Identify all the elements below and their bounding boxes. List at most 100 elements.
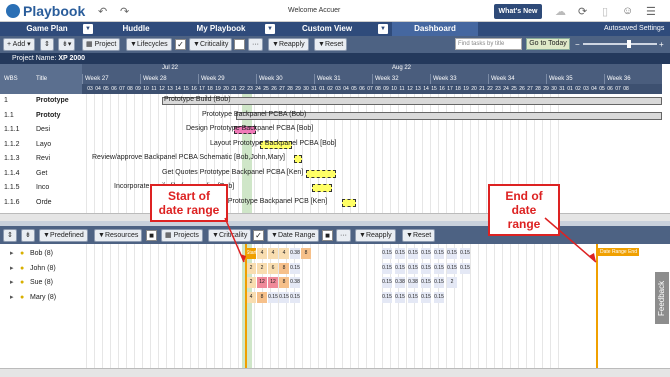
more-options-button[interactable]: ··· bbox=[248, 38, 263, 51]
tab-huddle[interactable]: Huddle bbox=[96, 22, 176, 36]
criticality-filter[interactable]: ▼Criticality bbox=[208, 229, 252, 242]
resource-row[interactable]: ▸ ● Sue (8) bbox=[0, 276, 82, 291]
workload-cell[interactable]: 12 bbox=[268, 277, 278, 288]
more-options-button[interactable]: ··· bbox=[336, 229, 351, 242]
workload-cell[interactable]: 0.15 bbox=[395, 291, 405, 303]
task-bar[interactable] bbox=[342, 198, 356, 207]
task-bar[interactable] bbox=[312, 184, 332, 192]
workload-cell[interactable]: 0.15 bbox=[290, 291, 300, 303]
find-tasks-input[interactable]: Find tasks by title bbox=[455, 38, 522, 50]
chevron-down-icon[interactable]: ▼ bbox=[265, 24, 275, 34]
workload-cell[interactable]: 0.15 bbox=[382, 248, 392, 259]
criticality-filter[interactable]: ▼Criticality bbox=[189, 38, 233, 51]
workload-cell[interactable]: 0.15 bbox=[447, 262, 457, 274]
lifecycles-filter[interactable]: ▼Lifecycles bbox=[126, 38, 172, 51]
workload-cell[interactable]: 12 bbox=[257, 277, 267, 288]
zoom-slider[interactable]: − + bbox=[575, 40, 665, 48]
lifecycles-checkbox[interactable]: ✓ bbox=[175, 39, 186, 50]
workload-cell[interactable]: 4 bbox=[257, 248, 267, 259]
workload-cell[interactable]: 0.15 bbox=[421, 291, 431, 303]
criticality-checkbox[interactable] bbox=[234, 39, 245, 50]
refresh-icon[interactable]: ⟳ bbox=[578, 5, 587, 18]
workload-cell[interactable]: 4 bbox=[268, 248, 278, 259]
workload-cell[interactable]: 0.38 bbox=[395, 277, 405, 288]
resource-row[interactable]: ▸ ● Bob (8) bbox=[0, 247, 82, 262]
redo-icon[interactable]: ↷ bbox=[120, 5, 129, 18]
task-bar[interactable] bbox=[294, 155, 302, 163]
workload-cell[interactable]: 0.15 bbox=[434, 277, 444, 288]
workload-cell[interactable]: 2 bbox=[447, 277, 457, 288]
resource-row[interactable]: ▸ ● Mary (8) bbox=[0, 291, 82, 306]
tab-game-plan[interactable]: Game Plan bbox=[4, 22, 90, 36]
task-row[interactable]: 1.1.1 Desi bbox=[0, 123, 82, 138]
whats-new-button[interactable]: What's New bbox=[494, 4, 542, 19]
menu-icon[interactable]: ☰ bbox=[646, 5, 656, 18]
tab-custom-view[interactable]: Custom View bbox=[278, 22, 376, 36]
task-bar[interactable] bbox=[306, 169, 336, 178]
task-row[interactable]: 1.1.3 Revi bbox=[0, 152, 82, 167]
task-row[interactable]: 1.1.5 Inco bbox=[0, 181, 82, 196]
resources-checkbox[interactable]: ■ bbox=[146, 230, 157, 241]
workload-cell[interactable]: 0.15 bbox=[421, 248, 431, 259]
reapply-button[interactable]: ▼Reapply bbox=[355, 229, 396, 242]
date-range-filter[interactable]: ▼Date Range bbox=[267, 229, 320, 242]
resource-horizontal-scrollbar[interactable] bbox=[0, 368, 670, 377]
predefined-filter[interactable]: ▼Predefined bbox=[39, 229, 88, 242]
autosaved-settings[interactable]: Autosaved Settings bbox=[604, 25, 664, 32]
indent-button[interactable]: ⇟▾ bbox=[58, 38, 76, 51]
workload-cell[interactable]: 2 bbox=[257, 262, 267, 274]
workload-cell[interactable]: Start bbox=[246, 248, 257, 259]
workload-cell[interactable]: 0.15 bbox=[460, 248, 470, 259]
smiley-icon[interactable]: ☺ bbox=[622, 5, 633, 17]
workload-cell[interactable]: 6 bbox=[268, 262, 278, 274]
workload-cell[interactable]: 8 bbox=[279, 262, 289, 274]
workload-cell[interactable]: 0.15 bbox=[382, 291, 392, 303]
workload-cell[interactable]: 8 bbox=[279, 277, 289, 288]
workload-cell[interactable]: 0.15 bbox=[460, 262, 470, 274]
reset-button[interactable]: ▼Reset bbox=[402, 229, 436, 242]
go-to-today-button[interactable]: Go to Today bbox=[526, 38, 570, 50]
workload-cell[interactable]: 0.15 bbox=[421, 277, 431, 288]
workload-cell[interactable]: 0.15 bbox=[268, 291, 278, 303]
task-row[interactable]: 1.1.2 Layo bbox=[0, 138, 82, 153]
workload-cell[interactable]: 0.15 bbox=[408, 262, 418, 274]
chevron-down-icon[interactable]: ▼ bbox=[83, 24, 93, 34]
expand-icon[interactable]: ▸ bbox=[10, 291, 14, 306]
criticality-checkbox[interactable]: ✓ bbox=[253, 230, 264, 241]
expand-icon[interactable]: ▸ bbox=[10, 276, 14, 291]
filter-button[interactable]: ⇟ bbox=[21, 229, 35, 242]
resource-row[interactable]: ▸ ● John (8) bbox=[0, 262, 82, 277]
workload-cell[interactable]: 0.15 bbox=[382, 262, 392, 274]
workload-cell[interactable]: 0.15 bbox=[408, 291, 418, 303]
workload-cell[interactable]: 2 bbox=[246, 277, 256, 288]
workload-cell[interactable]: 0.38 bbox=[290, 277, 300, 288]
outdent-button[interactable]: ⇕ bbox=[40, 38, 54, 51]
workload-cell[interactable]: 8 bbox=[257, 291, 267, 303]
workload-cell[interactable]: 0.15 bbox=[434, 248, 444, 259]
workload-cell[interactable]: 0.15 bbox=[279, 291, 289, 303]
title-header[interactable]: Title bbox=[36, 76, 47, 82]
workload-cell[interactable]: 0.38 bbox=[290, 248, 300, 259]
task-row[interactable]: 1.1.4 Get bbox=[0, 167, 82, 182]
task-row[interactable]: 1.1.6 Orde bbox=[0, 196, 82, 211]
app-logo[interactable]: Playbook bbox=[23, 3, 85, 19]
range-start-line[interactable] bbox=[245, 244, 247, 368]
workload-cell[interactable]: 4 bbox=[246, 291, 256, 303]
workload-cell[interactable]: 0.38 bbox=[408, 277, 418, 288]
date-range-checkbox[interactable]: ■ bbox=[322, 230, 333, 241]
workload-cell[interactable]: 0.15 bbox=[395, 262, 405, 274]
workload-cell[interactable]: 0.15 bbox=[421, 262, 431, 274]
expand-icon[interactable]: ▸ bbox=[10, 247, 14, 262]
workload-cell[interactable]: 0.15 bbox=[434, 262, 444, 274]
workload-cell[interactable]: 4 bbox=[279, 248, 289, 259]
resources-filter[interactable]: ▼Resources bbox=[94, 229, 143, 242]
tab-my-playbook[interactable]: My Playbook bbox=[180, 22, 262, 36]
workload-cell[interactable]: 0.15 bbox=[434, 291, 444, 303]
sort-button[interactable]: ⇕ bbox=[3, 229, 17, 242]
workload-cell[interactable]: 2 bbox=[246, 262, 256, 274]
workload-cell[interactable]: 0.15 bbox=[290, 262, 300, 274]
workload-cell[interactable]: 8 bbox=[301, 248, 311, 259]
project-filter[interactable]: ▦ Project bbox=[82, 38, 121, 51]
task-row[interactable]: 1.1 Prototy bbox=[0, 109, 82, 124]
undo-icon[interactable]: ↶ bbox=[98, 5, 107, 18]
